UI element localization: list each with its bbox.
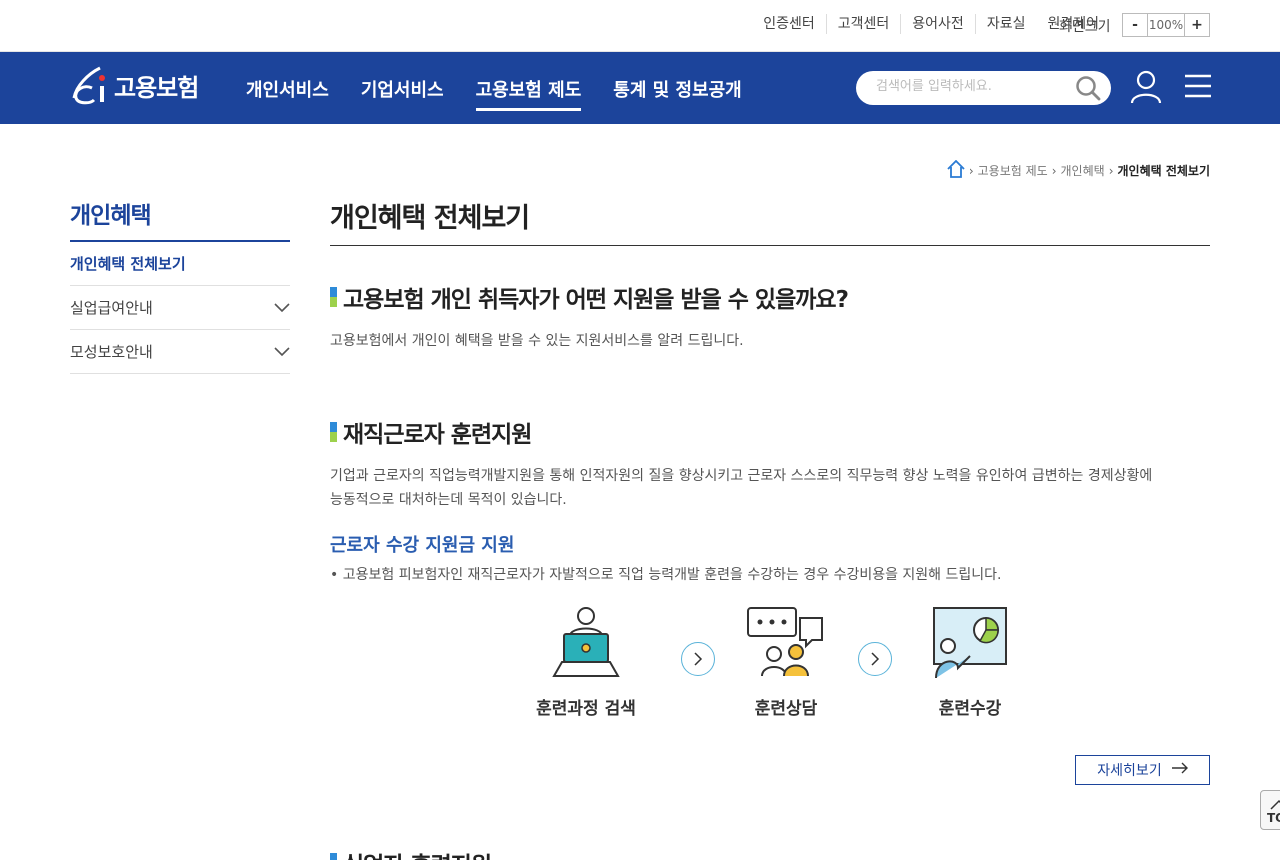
section-description: 기업과 근로자의 직업능력개발지원을 통해 인적자원의 질을 향상시키고 근로자… (330, 464, 1210, 512)
section-heading: 재직근로자 훈련지원 (330, 415, 532, 449)
intro-text: 고용보험에서 개인이 혜택을 받을 수 있는 지원서비스를 알려 드립니다. (330, 333, 744, 349)
breadcrumb-separator-icon: › (1051, 163, 1057, 178)
logo-text: 고용보험 (114, 73, 199, 102)
section-heading-text: 실업자 훈련지원 (343, 846, 492, 860)
side-nav-item-label: 실업급여안내 (70, 299, 153, 317)
presentation-icon (933, 607, 1007, 679)
step-label: 훈련과정 검색 (536, 699, 636, 719)
search-box (856, 71, 1111, 105)
more-details-button[interactable]: 자세히보기 (1075, 755, 1210, 785)
util-link-glossary[interactable]: 용어사전 (900, 14, 975, 34)
nav-statistics[interactable]: 통계 및 정보공개 (613, 76, 741, 111)
zoom-value: 100% (1147, 14, 1185, 36)
step-label: 훈련상담 (754, 699, 818, 719)
bullet-item: • 고용보험 피보험자인 재직근로자가 자발적으로 직업 능력개발 훈련을 수강… (330, 564, 1001, 584)
home-icon[interactable] (947, 159, 965, 181)
util-link-cert[interactable]: 인증센터 (752, 14, 826, 34)
side-nav-item-maternity[interactable]: 모성보호안내 (70, 330, 290, 374)
util-link-customer[interactable]: 고객센터 (825, 14, 901, 34)
page-title: 개인혜택 전체보기 (330, 196, 1210, 246)
zoom-control: - 100% + (1122, 13, 1210, 37)
breadcrumb-separator-icon: › (968, 163, 974, 178)
sub-heading: 근로자 수강 지원금 지원 (330, 535, 515, 556)
chevron-down-icon (274, 343, 290, 361)
breadcrumb-item[interactable]: 고용보험 제도 (978, 162, 1048, 179)
breadcrumb: › 고용보험 제도 › 개인혜택 › 개인혜택 전체보기 (947, 159, 1211, 181)
breadcrumb-current: 개인혜택 전체보기 (1117, 164, 1211, 178)
section-description-line: 능동적으로 대처하는데 목적이 있습니다. (330, 492, 567, 508)
chevron-up-icon (1270, 799, 1280, 810)
process-steps: 훈련과정 검색 훈련상담 훈련수강 (530, 606, 1030, 726)
site-logo[interactable]: 고용보험 (70, 64, 199, 106)
chevron-right-icon (681, 642, 715, 676)
intro-heading-text: 고용보험 개인 취득자가 어떤 지원을 받을 수 있을까요? (343, 287, 849, 313)
side-nav-item-label: 모성보호안내 (70, 343, 153, 361)
side-nav-item-label: 개인혜택 전체보기 (70, 255, 186, 273)
step-label: 훈련수강 (938, 699, 1002, 719)
heading-bar-icon (330, 853, 337, 860)
search-input[interactable] (876, 79, 1066, 94)
section-heading: 실업자 훈련지원 (330, 846, 492, 860)
step-consult: 훈련상담 (730, 606, 842, 719)
nav-business[interactable]: 기업서비스 (361, 76, 444, 111)
utility-links: 인증센터 고객센터 용어사전 자료실 원격제어 (752, 14, 1110, 34)
breadcrumb-separator-icon: › (1108, 163, 1114, 178)
section-description-line: 기업과 근로자의 직업능력개발지원을 통해 인적자원의 질을 향상시키고 근로자… (330, 468, 1153, 484)
consultation-icon (747, 607, 823, 677)
menu-icon[interactable] (1185, 74, 1211, 102)
laptop-person-icon (552, 607, 620, 677)
nav-insurance-system[interactable]: 고용보험 제도 (475, 76, 582, 111)
zoom-in-button[interactable]: + (1185, 14, 1209, 36)
scroll-top-button[interactable]: TOP (1260, 790, 1280, 830)
step-search: 훈련과정 검색 (530, 606, 642, 719)
zoom-label: 화면크기 (1059, 19, 1111, 35)
arrow-right-icon (1171, 762, 1188, 778)
section-heading-text: 재직근로자 훈련지원 (343, 422, 532, 448)
intro-heading: 고용보험 개인 취득자가 어떤 지원을 받을 수 있을까요? (330, 280, 849, 314)
main-content: 개인혜택 전체보기 고용보험 개인 취득자가 어떤 지원을 받을 수 있을까요?… (330, 196, 1210, 860)
side-nav: 개인혜택 개인혜택 전체보기 실업급여안내 모성보호안내 (70, 196, 290, 374)
side-nav-title: 개인혜택 (70, 196, 290, 242)
chevron-down-icon (274, 299, 290, 317)
logo-mark-icon (70, 64, 110, 106)
side-nav-item-all-benefits[interactable]: 개인혜택 전체보기 (70, 242, 290, 286)
bullet-dot-icon: • (330, 567, 343, 583)
scroll-top-label: TOP (1267, 811, 1280, 825)
heading-bar-icon (330, 287, 337, 307)
user-icon[interactable] (1130, 70, 1162, 108)
chevron-right-icon (858, 642, 892, 676)
breadcrumb-item[interactable]: 개인혜택 (1061, 162, 1105, 179)
bullet-text: 고용보험 피보험자인 재직근로자가 자발적으로 직업 능력개발 훈련을 수강하는… (342, 567, 1002, 583)
main-header: 고용보험 개인서비스 기업서비스 고용보험 제도 통계 및 정보공개 (0, 52, 1280, 124)
step-attend: 훈련수강 (914, 606, 1026, 719)
more-details-label: 자세히보기 (1097, 763, 1162, 779)
nav-personal[interactable]: 개인서비스 (246, 76, 329, 111)
util-link-library[interactable]: 자료실 (974, 14, 1037, 34)
zoom-out-button[interactable]: - (1123, 14, 1147, 36)
heading-bar-icon (330, 422, 337, 442)
side-nav-item-unemployment[interactable]: 실업급여안내 (70, 286, 290, 330)
global-nav: 개인서비스 기업서비스 고용보험 제도 통계 및 정보공개 (246, 76, 774, 111)
utility-bar: 인증센터 고객센터 용어사전 자료실 원격제어 화면크기 - 100% + (0, 0, 1280, 52)
search-icon[interactable] (1075, 75, 1101, 105)
